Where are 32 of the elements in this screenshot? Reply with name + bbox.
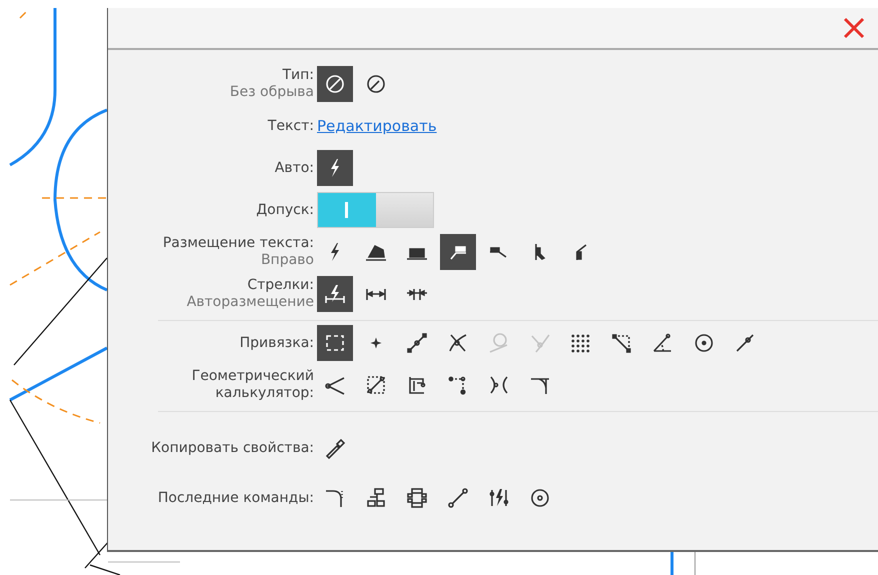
line-midpoint-icon: [405, 331, 429, 355]
property-value: Без обрыва: [230, 84, 314, 101]
no-break-button[interactable]: [317, 66, 353, 102]
property-label: Допуск:: [256, 202, 314, 218]
auto-arrows-button[interactable]: [317, 276, 353, 312]
property-label: Текст:: [268, 118, 314, 134]
right-triangle-icon: [610, 331, 634, 355]
property-label: Авто:: [274, 160, 314, 176]
close-icon[interactable]: [842, 16, 866, 40]
property-label: Геометрический калькулятор:: [190, 368, 314, 402]
property-label: Привязка:: [240, 334, 314, 352]
circle-center-icon: [692, 331, 716, 355]
eyedropper-icon: [323, 436, 347, 460]
edit-link[interactable]: Редактировать: [317, 117, 437, 135]
property-label: Тип:: [282, 67, 314, 84]
auto-arrows-icon: [323, 282, 347, 306]
frame-diagonal-icon: [364, 373, 388, 397]
property-label: Копировать свойства:: [151, 440, 314, 456]
segment-icon: [446, 486, 470, 510]
blocks-icon: [364, 486, 388, 510]
circle-needle-icon: [364, 72, 388, 96]
no-break-icon: [323, 72, 347, 96]
property-label: Последние команды:: [158, 490, 314, 506]
dashed-frame-button[interactable]: [317, 325, 353, 361]
property-label: Стрелки:: [247, 277, 314, 294]
target-circle-icon: [528, 486, 552, 510]
toggle-switch[interactable]: [317, 192, 434, 228]
property-value: Вправо: [260, 252, 314, 269]
property-value: Авторазмещение: [186, 294, 314, 311]
property-label: Размещение текста:: [162, 235, 314, 252]
lightning-button[interactable]: [317, 150, 353, 186]
shelf-leader-button[interactable]: [440, 234, 476, 270]
